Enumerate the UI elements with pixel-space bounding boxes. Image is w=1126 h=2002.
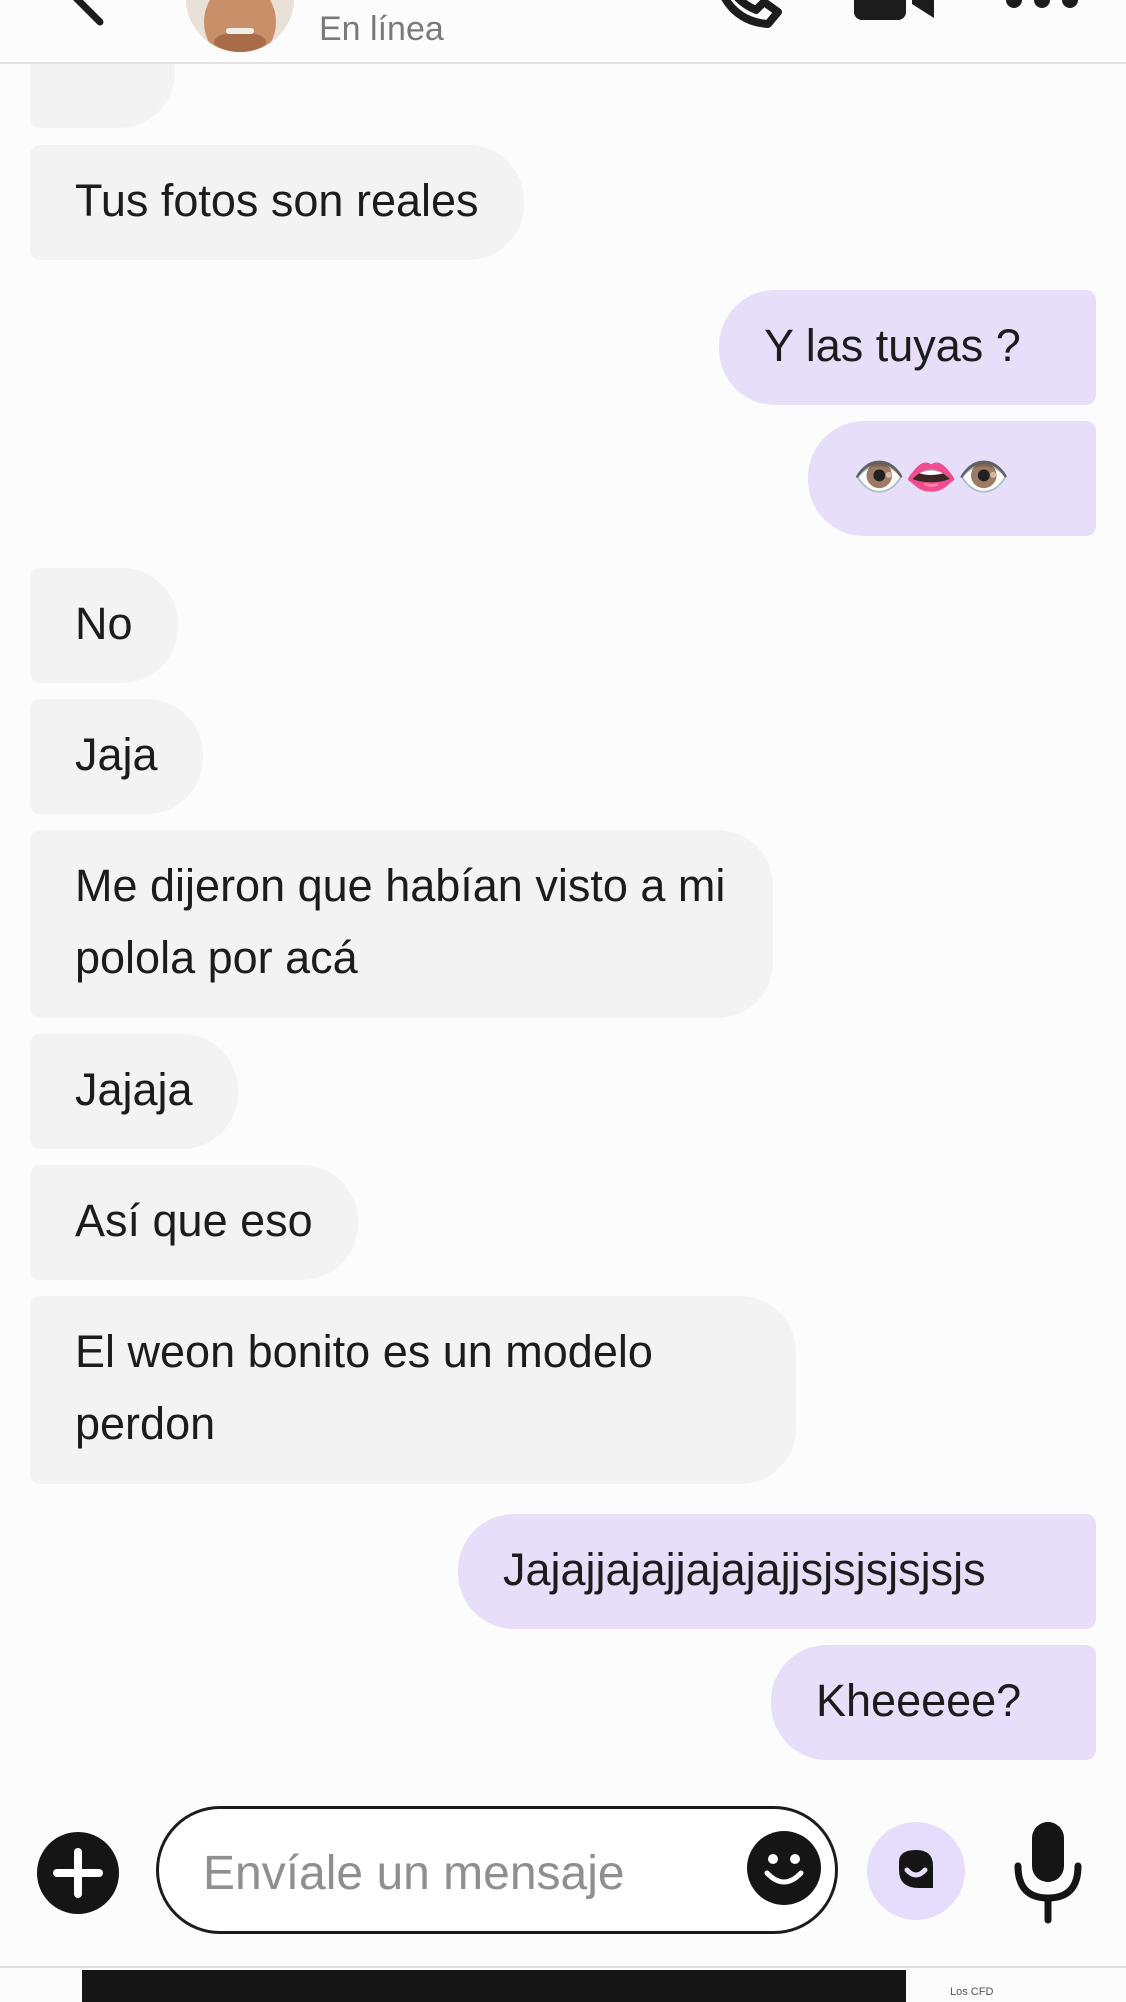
message-text: 👁️👄👁️ bbox=[853, 453, 1010, 500]
message-text: Así que eso bbox=[75, 1195, 313, 1246]
phone-icon bbox=[721, 0, 782, 28]
online-status: En línea bbox=[319, 10, 444, 48]
voice-message-button[interactable] bbox=[1010, 1820, 1086, 1924]
message-text: El weon bonito es un modelo perdon bbox=[75, 1326, 653, 1449]
message-bubble-incoming[interactable]: Así que eso bbox=[30, 1165, 358, 1280]
message-composer bbox=[0, 1790, 1126, 1960]
back-button[interactable] bbox=[52, 0, 122, 30]
call-button[interactable] bbox=[708, 0, 788, 34]
more-options-button[interactable] bbox=[1000, 0, 1090, 10]
chat-header: En línea bbox=[0, 0, 1126, 64]
ad-tag: Los CFD bbox=[950, 1986, 994, 1998]
video-icon bbox=[854, 0, 934, 20]
mic-icon bbox=[1014, 1822, 1082, 1924]
gif-sticker-button[interactable] bbox=[867, 1822, 965, 1920]
message-bubble-incoming[interactable]: El weon bonito es un modelo perdon bbox=[30, 1296, 796, 1484]
add-attachment-button[interactable] bbox=[37, 1832, 119, 1914]
emoji-icon bbox=[747, 1831, 821, 1905]
message-text: No bbox=[75, 598, 133, 649]
message-input[interactable] bbox=[201, 1837, 725, 1909]
message-field[interactable] bbox=[156, 1806, 838, 1934]
message-bubble-outgoing[interactable]: Y las tuyas ? bbox=[719, 290, 1096, 405]
back-icon bbox=[73, 0, 104, 26]
message-text: Kheeeee? bbox=[816, 1675, 1022, 1726]
message-text: Jajajjajajjajajajjsjsjsjsjsjs bbox=[503, 1544, 986, 1595]
message-text: Jaja bbox=[75, 729, 158, 780]
more-icon bbox=[1006, 0, 1078, 8]
message-text: Jajaja bbox=[75, 1064, 193, 1115]
message-text: Tus fotos son reales bbox=[75, 175, 479, 226]
gif-icon bbox=[899, 1850, 933, 1888]
message-bubble-incoming[interactable]: Tus fotos son reales bbox=[30, 145, 524, 260]
message-bubble-incoming[interactable]: Jajaja bbox=[30, 1034, 238, 1149]
avatar[interactable] bbox=[186, 0, 294, 52]
avatar-image bbox=[186, 0, 294, 52]
ad-banner[interactable] bbox=[82, 1970, 906, 2002]
message-bubble-outgoing[interactable]: Kheeeee? bbox=[771, 1645, 1096, 1760]
message-bubble-outgoing[interactable]: Jajajjajajjajajajjsjsjsjsjsjs bbox=[458, 1514, 1096, 1629]
chat-screen: Bu Tus fotos son reales Y las tuyas ? 👁️… bbox=[0, 0, 1126, 2002]
plus-icon bbox=[53, 1848, 103, 1898]
message-text: Y las tuyas ? bbox=[764, 320, 1021, 371]
message-bubble-incoming[interactable]: No bbox=[30, 568, 178, 683]
message-bubble-outgoing[interactable]: 👁️👄👁️ bbox=[808, 421, 1096, 536]
divider bbox=[0, 1966, 1126, 1968]
message-list[interactable]: Bu Tus fotos son reales Y las tuyas ? 👁️… bbox=[0, 0, 1126, 1790]
message-text: Me dijeron que habían visto a mi polola … bbox=[75, 860, 726, 983]
message-bubble-incoming[interactable]: Jaja bbox=[30, 699, 203, 814]
video-call-button[interactable] bbox=[850, 0, 940, 24]
message-bubble-incoming[interactable]: Me dijeron que habían visto a mi polola … bbox=[30, 830, 773, 1018]
emoji-button[interactable] bbox=[745, 1829, 823, 1907]
